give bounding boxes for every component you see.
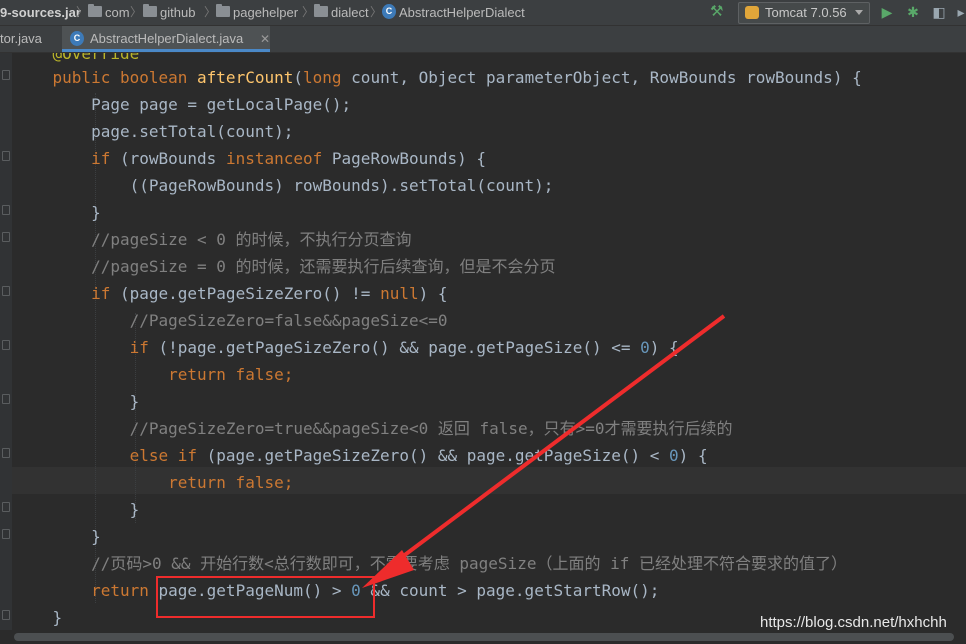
code-editor[interactable]: @Override public boolean afterCount(long… [0, 53, 966, 630]
code-line: if (page.getPageSizeZero() != null) { [91, 284, 448, 303]
horizontal-scrollbar[interactable] [0, 630, 966, 644]
fold-marker-icon[interactable] [2, 70, 10, 80]
code-comment: //PageSizeZero=false&&pageSize<=0 [14, 311, 448, 330]
breadcrumb-item-dialect[interactable]: dialect [331, 0, 369, 25]
code-line: } [14, 527, 101, 546]
code-comment: //PageSizeZero=true&&pageSize<0 返回 false… [14, 419, 733, 438]
tab-abstract-helper-dialect[interactable]: C AbstractHelperDialect.java ✕ [62, 26, 270, 52]
breadcrumb-jar[interactable]: 9-sources.jar [0, 0, 81, 25]
fold-marker-icon[interactable] [2, 502, 10, 512]
fold-marker-icon[interactable] [2, 340, 10, 350]
breadcrumb-separator: 〉 [130, 5, 143, 19]
fold-marker-icon[interactable] [2, 394, 10, 404]
fold-marker-icon[interactable] [2, 529, 10, 539]
fold-marker-icon[interactable] [2, 205, 10, 215]
code-line: } [14, 608, 63, 627]
code-line: if (rowBounds instanceof PageRowBounds) … [91, 149, 487, 168]
breadcrumb-separator: 〉 [302, 5, 315, 19]
tab-label: tor.java [0, 31, 42, 46]
fold-marker-icon[interactable] [2, 610, 10, 620]
chevron-down-icon [855, 10, 863, 15]
editor-gutter [0, 53, 12, 630]
run-icon[interactable]: ▶ [878, 3, 896, 21]
fold-marker-icon[interactable] [2, 151, 10, 161]
tab-label: AbstractHelperDialect.java [90, 31, 244, 46]
breadcrumb-separator: 〉 [370, 5, 383, 19]
code-comment: //pageSize < 0 的时候，不执行分页查询 [14, 230, 412, 249]
folder-icon [88, 4, 102, 17]
code-line: return false; [168, 473, 294, 492]
watermark: https://blog.csdn.net/hxhchh [760, 614, 947, 631]
code-line: } [14, 500, 140, 519]
coverage-icon[interactable]: ◧ [930, 3, 948, 21]
breadcrumb-item-github[interactable]: github [160, 0, 195, 25]
breadcrumb-item-pagehelper[interactable]: pagehelper [233, 0, 298, 25]
code-line: ((PageRowBounds) rowBounds).setTotal(cou… [14, 176, 554, 195]
more-icon[interactable]: ▸ [952, 3, 966, 21]
highlight-box [156, 576, 375, 618]
code-line: page.setTotal(count); [14, 122, 294, 141]
code-line: Page page = getLocalPage(); [14, 95, 352, 114]
code-comment: //pageSize = 0 的时候，还需要执行后续查询，但是不会分页 [14, 257, 556, 276]
code-line: public boolean afterCount(long count, Ob… [52, 68, 862, 87]
abstract-class-icon: C [70, 31, 84, 46]
breadcrumb-item-com[interactable]: com [105, 0, 130, 25]
fold-marker-icon[interactable] [2, 448, 10, 458]
breadcrumb-separator: 〉 [76, 5, 89, 19]
code-line: return false; [168, 365, 294, 384]
run-configuration-label: Tomcat 7.0.56 [765, 5, 847, 20]
scrollbar-thumb[interactable] [14, 633, 954, 641]
code-line: } [14, 392, 140, 411]
fold-marker-icon[interactable] [2, 286, 10, 296]
build-hammer-icon[interactable]: ⚒ [710, 4, 728, 20]
code-comment: //页码>0 && 开始行数<总行数即可，不需要考虑 pageSize（上面的 … [14, 554, 847, 573]
debug-icon[interactable]: ✱ [904, 3, 922, 21]
tomcat-icon [745, 6, 759, 19]
folder-icon [314, 4, 328, 17]
abstract-class-icon: C [382, 4, 396, 19]
breadcrumb-separator: 〉 [204, 5, 217, 19]
tab-tor-java[interactable]: tor.java [0, 26, 60, 52]
editor-tab-bar: tor.java C AbstractHelperDialect.java ✕ [0, 26, 966, 53]
code-line: } [14, 203, 101, 222]
folder-icon [143, 4, 157, 17]
run-configuration-select[interactable]: Tomcat 7.0.56 [738, 2, 870, 24]
navigation-bar: 9-sources.jar 〉 com 〉 github 〉 pagehelpe… [0, 0, 966, 26]
fold-marker-icon[interactable] [2, 232, 10, 242]
code-line: if (!page.getPageSizeZero() && page.getP… [129, 338, 679, 357]
code-line: else if (page.getPageSizeZero() && page.… [129, 446, 708, 465]
folder-icon [216, 4, 230, 17]
close-icon[interactable]: ✕ [260, 26, 270, 52]
breadcrumb-class[interactable]: AbstractHelperDialect [399, 0, 525, 25]
